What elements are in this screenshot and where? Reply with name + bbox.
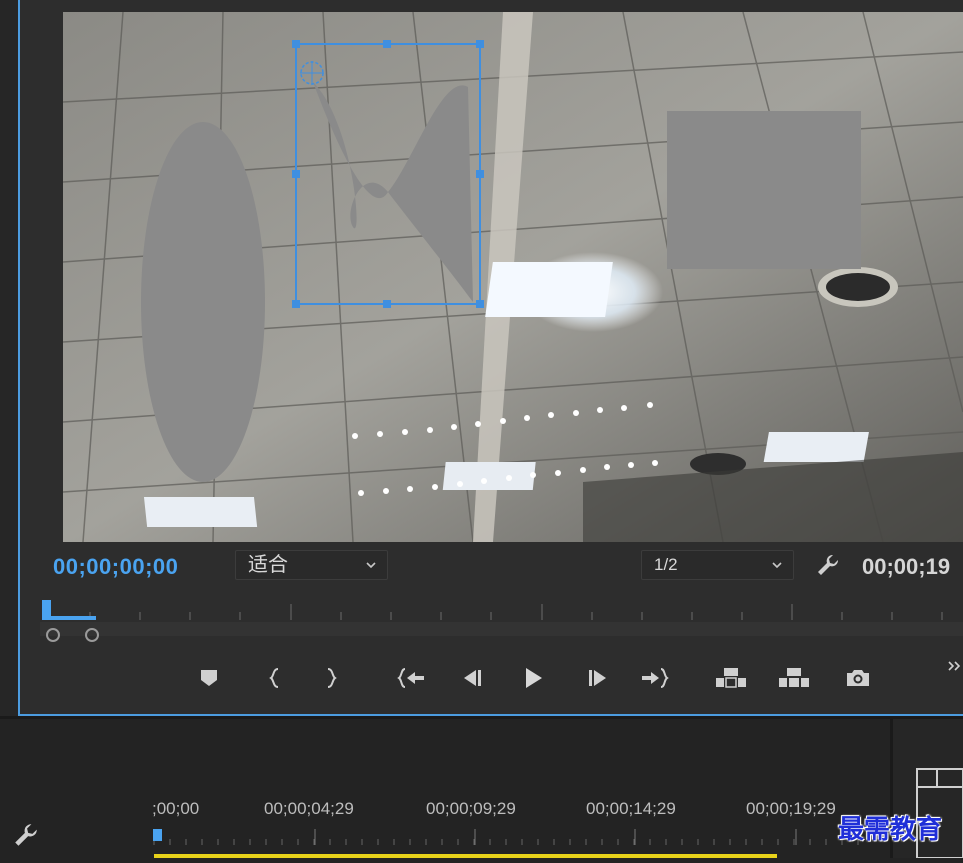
left-panel-strip xyxy=(0,0,18,716)
playhead-handle xyxy=(42,600,51,618)
camera-icon[interactable] xyxy=(844,665,870,691)
duration-timecode: 00;00;19 xyxy=(862,554,951,579)
ceiling-photo-background xyxy=(63,12,963,542)
zoom-fit-value: 适合 xyxy=(248,554,288,576)
monitor-info-bar: 00;00;00;00 适合 1/2 00;00;19 xyxy=(20,545,963,587)
step-back-icon[interactable] xyxy=(460,665,486,691)
program-monitor-panel: 00;00;00;00 适合 1/2 00;00;19 xyxy=(0,0,963,716)
go-to-in-icon[interactable] xyxy=(397,665,424,691)
timeline-panel: ;00;00 00;00;04;29 00;00;09;29 00;00;14;… xyxy=(0,716,963,859)
playhead-timecode[interactable]: 00;00;00;00 xyxy=(53,554,178,580)
playback-resolution-value: 1/2 xyxy=(654,555,678,574)
mark-out-icon[interactable] xyxy=(318,665,344,691)
transport-controls xyxy=(20,655,963,701)
rectangle-shape xyxy=(667,111,861,269)
chevron-down-icon xyxy=(771,551,783,588)
go-to-out-icon[interactable] xyxy=(640,665,669,691)
watermark-logo: 最需教育 xyxy=(838,815,943,845)
lift-icon[interactable] xyxy=(714,665,746,691)
playback-resolution-select[interactable]: 1/2 xyxy=(641,550,794,580)
zoom-fit-select[interactable]: 适合 xyxy=(235,550,388,580)
extract-icon[interactable] xyxy=(777,665,809,691)
timeline-playhead xyxy=(153,829,162,841)
wrench-icon[interactable] xyxy=(815,552,841,578)
marker-icon[interactable] xyxy=(196,665,222,691)
wrench-icon[interactable] xyxy=(12,821,40,849)
step-forward-icon[interactable] xyxy=(584,665,610,691)
video-preview[interactable] xyxy=(63,12,963,542)
play-icon[interactable] xyxy=(520,665,546,691)
mark-in-icon[interactable] xyxy=(262,665,288,691)
timeline-time-ruler[interactable]: ;00;00 00;00;04;29 00;00;09;29 00;00;14;… xyxy=(150,799,890,859)
double-chevron-right-icon[interactable] xyxy=(946,657,963,683)
monitor-time-ruler[interactable] xyxy=(40,598,963,644)
ellipse-shape xyxy=(141,122,265,482)
chevron-down-icon xyxy=(365,551,377,588)
